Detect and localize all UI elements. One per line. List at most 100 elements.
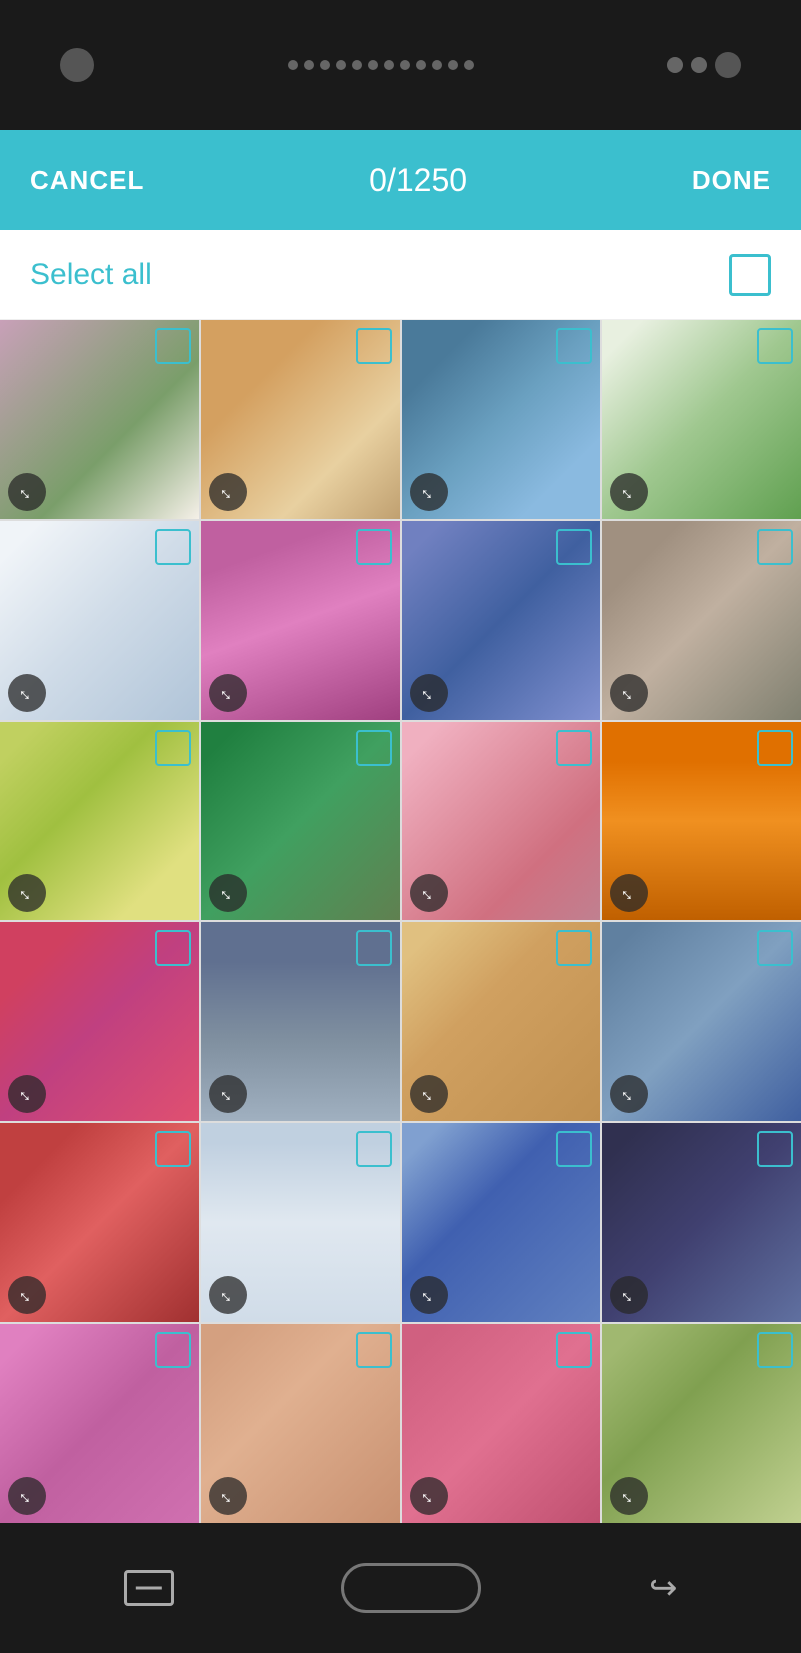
expand-button-20[interactable]: ↔ — [610, 1276, 648, 1314]
cell-checkbox-10[interactable] — [356, 730, 392, 766]
expand-icon-2: ↔ — [215, 479, 240, 504]
photo-cell-16[interactable]: ↔ — [602, 922, 801, 1121]
photo-cell-21[interactable]: ↔ — [0, 1324, 199, 1523]
home-button[interactable] — [341, 1563, 481, 1613]
photo-cell-8[interactable]: ↔ — [602, 521, 801, 720]
cell-checkbox-18[interactable] — [356, 1131, 392, 1167]
cell-checkbox-23[interactable] — [556, 1332, 592, 1368]
expand-button-13[interactable]: ↔ — [8, 1075, 46, 1113]
cell-checkbox-24[interactable] — [757, 1332, 793, 1368]
dot11 — [448, 60, 458, 70]
expand-icon-1: ↔ — [14, 479, 39, 504]
cell-checkbox-8[interactable] — [757, 529, 793, 565]
cell-checkbox-16[interactable] — [757, 930, 793, 966]
cell-checkbox-17[interactable] — [155, 1131, 191, 1167]
cell-checkbox-19[interactable] — [556, 1131, 592, 1167]
cell-checkbox-3[interactable] — [556, 328, 592, 364]
back-icon[interactable]: ↩ — [649, 1568, 678, 1608]
photo-cell-6[interactable]: ↔ — [201, 521, 400, 720]
cell-checkbox-22[interactable] — [356, 1332, 392, 1368]
photo-cell-18[interactable]: ↔ — [201, 1123, 400, 1322]
expand-button-10[interactable]: ↔ — [209, 874, 247, 912]
photo-cell-17[interactable]: ↔ — [0, 1123, 199, 1322]
dot9 — [416, 60, 426, 70]
expand-button-7[interactable]: ↔ — [410, 674, 448, 712]
photo-cell-4[interactable]: ↔ — [602, 320, 801, 519]
expand-button-19[interactable]: ↔ — [410, 1276, 448, 1314]
expand-button-15[interactable]: ↔ — [410, 1075, 448, 1113]
photo-cell-2[interactable]: ↔ — [201, 320, 400, 519]
expand-button-11[interactable]: ↔ — [410, 874, 448, 912]
select-all-row: Select all — [0, 230, 801, 320]
expand-button-24[interactable]: ↔ — [610, 1477, 648, 1515]
photo-cell-3[interactable]: ↔ — [402, 320, 601, 519]
cell-checkbox-11[interactable] — [556, 730, 592, 766]
expand-button-21[interactable]: ↔ — [8, 1477, 46, 1515]
expand-button-1[interactable]: ↔ — [8, 473, 46, 511]
expand-icon-20: ↔ — [617, 1282, 642, 1307]
select-all-label[interactable]: Select all — [30, 258, 152, 292]
cell-checkbox-15[interactable] — [556, 930, 592, 966]
expand-icon-24: ↔ — [617, 1483, 642, 1508]
status-dot-mid2 — [691, 57, 707, 73]
expand-icon-23: ↔ — [416, 1483, 441, 1508]
cell-checkbox-2[interactable] — [356, 328, 392, 364]
expand-icon-14: ↔ — [215, 1081, 240, 1106]
done-button[interactable]: DONE — [692, 165, 771, 196]
status-dots-right — [667, 52, 741, 78]
cancel-button[interactable]: CANCEL — [30, 165, 144, 196]
expand-button-2[interactable]: ↔ — [209, 473, 247, 511]
cell-checkbox-4[interactable] — [757, 328, 793, 364]
cell-checkbox-12[interactable] — [757, 730, 793, 766]
photo-cell-15[interactable]: ↔ — [402, 922, 601, 1121]
photo-cell-5[interactable]: ↔ — [0, 521, 199, 720]
dot12 — [464, 60, 474, 70]
dot1 — [288, 60, 298, 70]
photo-cell-19[interactable]: ↔ — [402, 1123, 601, 1322]
expand-button-23[interactable]: ↔ — [410, 1477, 448, 1515]
cell-checkbox-5[interactable] — [155, 529, 191, 565]
photo-cell-1[interactable]: ↔ — [0, 320, 199, 519]
expand-button-5[interactable]: ↔ — [8, 674, 46, 712]
cell-checkbox-14[interactable] — [356, 930, 392, 966]
photo-cell-20[interactable]: ↔ — [602, 1123, 801, 1322]
photo-count: 0/1250 — [369, 162, 467, 199]
photo-cell-22[interactable]: ↔ — [201, 1324, 400, 1523]
photo-cell-24[interactable]: ↔ — [602, 1324, 801, 1523]
top-bar: CANCEL 0/1250 DONE — [0, 130, 801, 230]
photo-cell-23[interactable]: ↔ — [402, 1324, 601, 1523]
menu-icon[interactable] — [124, 1570, 174, 1606]
expand-icon-5: ↔ — [14, 680, 39, 705]
expand-icon-8: ↔ — [617, 680, 642, 705]
expand-icon-21: ↔ — [14, 1483, 39, 1508]
photo-cell-10[interactable]: ↔ — [201, 722, 400, 921]
cell-checkbox-9[interactable] — [155, 730, 191, 766]
expand-button-9[interactable]: ↔ — [8, 874, 46, 912]
expand-button-4[interactable]: ↔ — [610, 473, 648, 511]
photo-cell-13[interactable]: ↔ — [0, 922, 199, 1121]
photo-cell-9[interactable]: ↔ — [0, 722, 199, 921]
expand-button-18[interactable]: ↔ — [209, 1276, 247, 1314]
bottom-nav: ↩ — [0, 1523, 801, 1653]
expand-button-8[interactable]: ↔ — [610, 674, 648, 712]
expand-button-3[interactable]: ↔ — [410, 473, 448, 511]
photo-cell-14[interactable]: ↔ — [201, 922, 400, 1121]
expand-button-6[interactable]: ↔ — [209, 674, 247, 712]
expand-button-17[interactable]: ↔ — [8, 1276, 46, 1314]
expand-button-14[interactable]: ↔ — [209, 1075, 247, 1113]
expand-button-22[interactable]: ↔ — [209, 1477, 247, 1515]
cell-checkbox-6[interactable] — [356, 529, 392, 565]
photo-cell-11[interactable]: ↔ — [402, 722, 601, 921]
select-all-checkbox[interactable] — [729, 254, 771, 296]
cell-checkbox-21[interactable] — [155, 1332, 191, 1368]
cell-checkbox-1[interactable] — [155, 328, 191, 364]
status-dot-mid1 — [667, 57, 683, 73]
photo-cell-12[interactable]: ↔ — [602, 722, 801, 921]
expand-icon-19: ↔ — [416, 1282, 441, 1307]
cell-checkbox-20[interactable] — [757, 1131, 793, 1167]
expand-button-16[interactable]: ↔ — [610, 1075, 648, 1113]
cell-checkbox-7[interactable] — [556, 529, 592, 565]
expand-icon-3: ↔ — [416, 479, 441, 504]
photo-cell-7[interactable]: ↔ — [402, 521, 601, 720]
cell-checkbox-13[interactable] — [155, 930, 191, 966]
